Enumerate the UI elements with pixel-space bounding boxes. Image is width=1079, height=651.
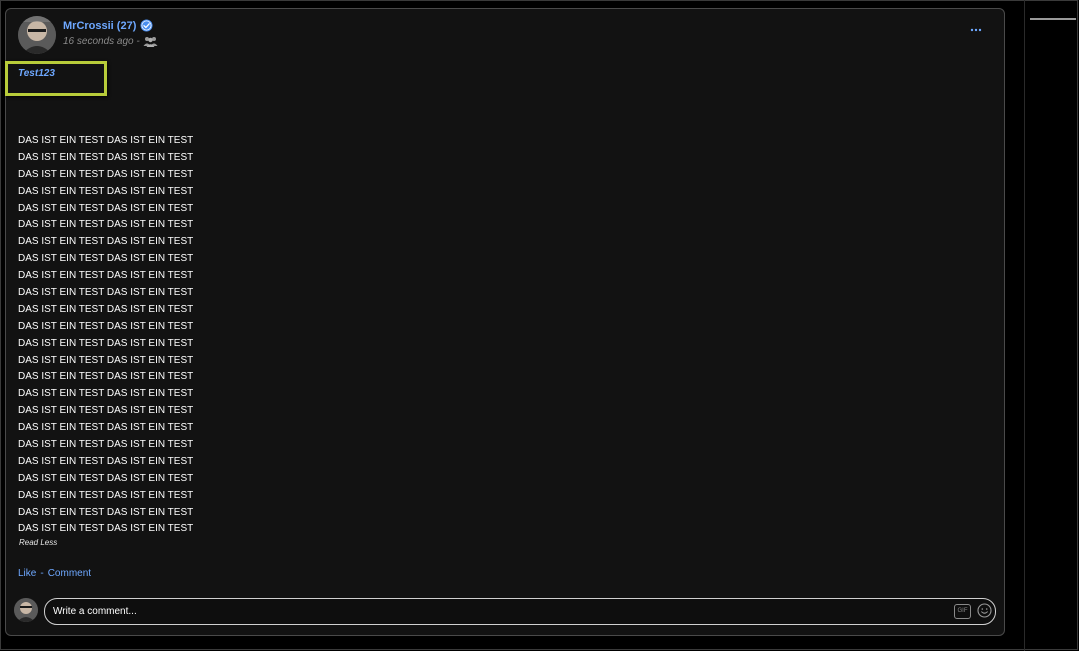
emoji-button[interactable] xyxy=(977,603,992,618)
gif-button[interactable]: GIF xyxy=(954,604,971,619)
more-dots-icon xyxy=(970,28,982,32)
post-body-line: DAS IST EIN TEST DAS IST EIN TEST xyxy=(18,253,194,265)
post-body-line: DAS IST EIN TEST DAS IST EIN TEST xyxy=(18,287,194,299)
right-panel-header xyxy=(1030,0,1076,20)
post-body-line: DAS IST EIN TEST DAS IST EIN TEST xyxy=(18,439,194,451)
post-body-line: DAS IST EIN TEST DAS IST EIN TEST xyxy=(18,185,194,197)
post-body-line: DAS IST EIN TEST DAS IST EIN TEST xyxy=(18,388,194,400)
avatar-image xyxy=(18,16,56,54)
post-body-line: DAS IST EIN TEST DAS IST EIN TEST xyxy=(18,337,194,349)
post-body-line: DAS IST EIN TEST DAS IST EIN TEST xyxy=(18,422,194,434)
post-actions: Like - Comment xyxy=(18,568,91,579)
read-less-link[interactable]: Read Less xyxy=(19,538,57,547)
author-name[interactable]: MrCrossii (27) xyxy=(63,20,136,32)
comment-link[interactable]: Comment xyxy=(48,568,91,579)
like-link[interactable]: Like xyxy=(18,568,36,579)
action-separator: - xyxy=(40,568,44,579)
right-panel-divider xyxy=(1024,0,1025,651)
commenter-avatar xyxy=(14,598,38,622)
smiley-icon xyxy=(977,603,992,618)
author-line: MrCrossii (27) xyxy=(63,19,153,32)
post-meta: 16 seconds ago - xyxy=(63,36,158,47)
comment-input[interactable] xyxy=(53,599,933,624)
comment-composer: GIF xyxy=(44,598,996,625)
post-body-line: DAS IST EIN TEST DAS IST EIN TEST xyxy=(18,219,194,231)
verified-check-icon xyxy=(140,19,153,32)
post-body-line: DAS IST EIN TEST DAS IST EIN TEST xyxy=(18,236,194,248)
post-body-line: DAS IST EIN TEST DAS IST EIN TEST xyxy=(18,303,194,315)
post-body: DAS IST EIN TEST DAS IST EIN TEST DAS IS… xyxy=(18,133,193,538)
author-avatar[interactable] xyxy=(18,16,56,54)
post-body-line: DAS IST EIN TEST DAS IST EIN TEST xyxy=(18,472,194,484)
avatar-image xyxy=(14,598,38,622)
post-body-line: DAS IST EIN TEST DAS IST EIN TEST xyxy=(18,506,194,518)
post-title[interactable]: Test123 xyxy=(18,68,55,79)
post-body-line: DAS IST EIN TEST DAS IST EIN TEST xyxy=(18,455,194,467)
post-options-button[interactable] xyxy=(966,23,986,35)
post-card: MrCrossii (27) 16 seconds ago - Test123 … xyxy=(5,8,1005,636)
post-body-line: DAS IST EIN TEST DAS IST EIN TEST xyxy=(18,405,194,417)
post-body-line: DAS IST EIN TEST DAS IST EIN TEST xyxy=(18,151,194,163)
post-body-line: DAS IST EIN TEST DAS IST EIN TEST xyxy=(18,202,194,214)
group-icon xyxy=(143,36,158,47)
post-body-line: DAS IST EIN TEST DAS IST EIN TEST xyxy=(18,523,194,535)
post-body-line: DAS IST EIN TEST DAS IST EIN TEST xyxy=(18,168,194,180)
post-body-line: DAS IST EIN TEST DAS IST EIN TEST xyxy=(18,270,194,282)
post-body-line: DAS IST EIN TEST DAS IST EIN TEST xyxy=(18,320,194,332)
post-body-line: DAS IST EIN TEST DAS IST EIN TEST xyxy=(18,489,194,501)
post-timestamp[interactable]: 16 seconds ago - xyxy=(63,36,140,47)
post-body-line: DAS IST EIN TEST DAS IST EIN TEST xyxy=(18,371,194,383)
post-body-line: DAS IST EIN TEST DAS IST EIN TEST xyxy=(18,135,194,146)
post-body-line: DAS IST EIN TEST DAS IST EIN TEST xyxy=(18,354,194,366)
